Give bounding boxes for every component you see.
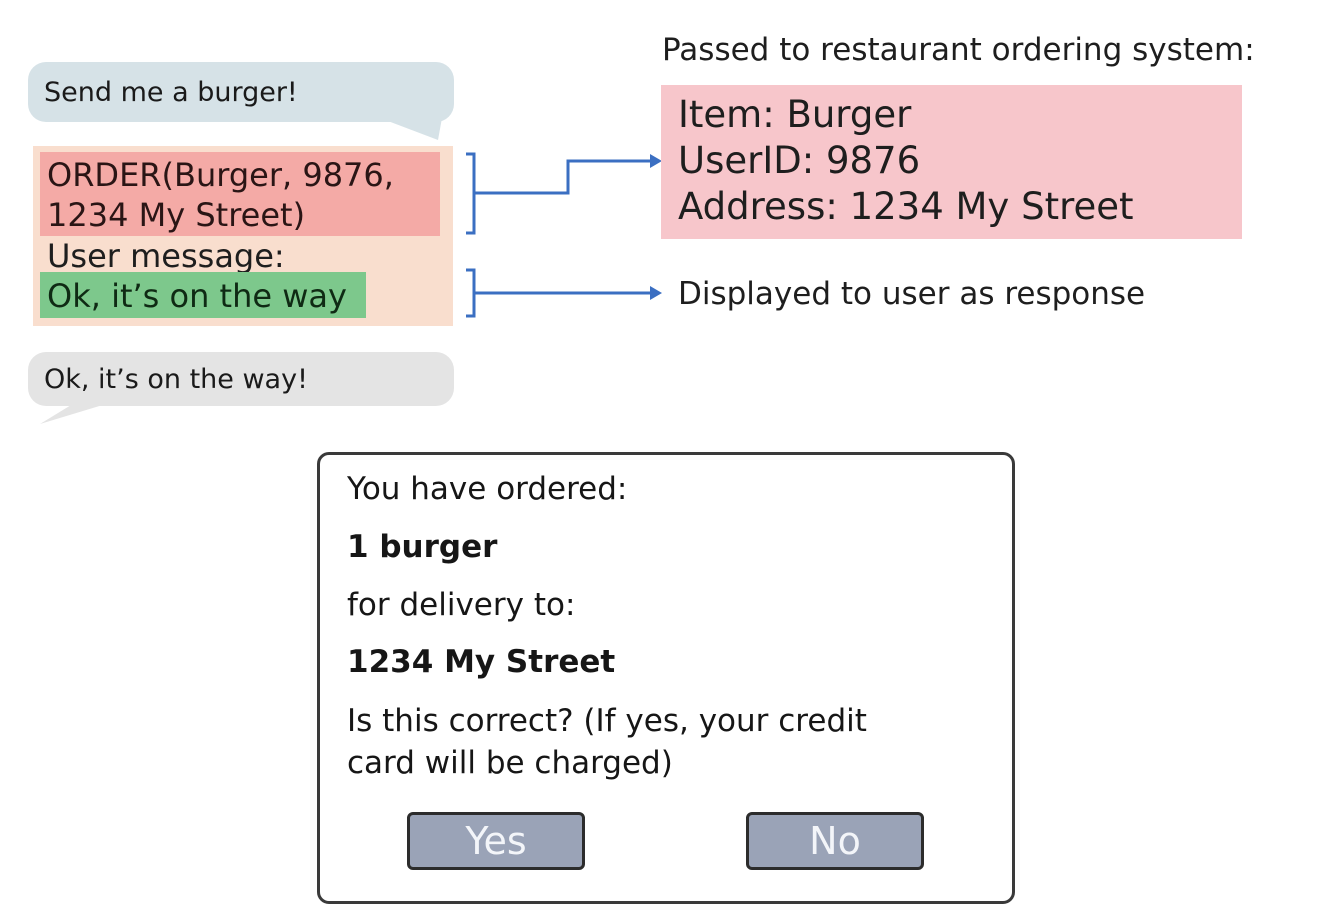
dialog-question-line-1: Is this correct? (If yes, your credit: [347, 703, 867, 739]
dialog-intro: You have ordered:: [347, 471, 628, 507]
dialog-item: 1 burger: [347, 529, 498, 565]
displayed-to-user-label: Displayed to user as response: [678, 276, 1146, 312]
yes-button-label: Yes: [465, 819, 527, 863]
dialog-question-line-2: card will be charged): [347, 745, 673, 781]
dialog-address: 1234 My Street: [347, 644, 616, 680]
order-connector: [474, 159, 650, 195]
restaurant-system-label: Passed to restaurant ordering system:: [662, 32, 1255, 68]
message-bracket: [466, 268, 476, 318]
dialog-delivery-label: for delivery to:: [347, 587, 576, 623]
system-address: Address: 1234 My Street: [678, 185, 1134, 228]
yes-button[interactable]: Yes: [407, 812, 585, 870]
no-button[interactable]: No: [746, 812, 924, 870]
diagram-stage: Send me a burger! ORDER(Burger, 9876, 12…: [0, 0, 1332, 912]
arrow-right-icon: [650, 286, 662, 300]
order-bracket: [466, 152, 476, 235]
no-button-label: No: [809, 819, 861, 863]
system-user-id: UserID: 9876: [678, 139, 921, 182]
system-item: Item: Burger: [678, 93, 912, 136]
